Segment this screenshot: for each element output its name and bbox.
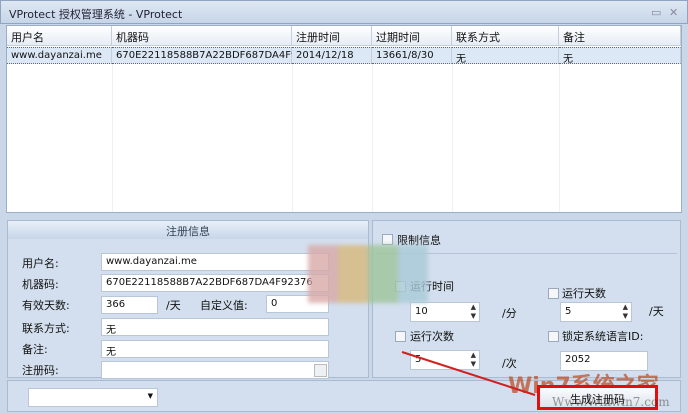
days-input[interactable]: 366 [101,296,158,314]
rundays-value: 5 [565,306,572,317]
custom-label: 自定义值: [200,299,248,312]
username-input[interactable]: www.dayanzai.me [101,253,329,271]
runcount-checkbox[interactable] [395,331,406,342]
watermark-url: Www.Winwin7.com [552,395,670,409]
contact-input[interactable]: 无 [101,318,329,336]
rundays-checkbox[interactable] [548,288,559,299]
code-label: 注册码: [22,364,59,377]
bottom-combo[interactable]: ▼ [28,388,158,407]
red-arrow-annotation [401,351,536,396]
cell-machine: 670E22118588B7A22BDF687DA4F9... [112,47,307,64]
cell-note: 无 [559,47,681,65]
machine-label: 机器码: [22,278,59,291]
lang-label: 锁定系统语言ID: [562,330,644,343]
spinner-arrows-icon[interactable]: ▲ ▼ [471,303,476,321]
code-input[interactable] [101,361,329,379]
note-label: 备注: [22,343,48,356]
column-divider [292,64,293,212]
contact-label: 联系方式: [22,322,70,335]
cell-regtime: 2014/12/18 [292,47,372,64]
column-header-username[interactable]: 用户名 [7,26,112,46]
days-unit: /天 [166,299,181,312]
column-divider [452,64,453,212]
column-header-regtime[interactable]: 注册时间 [292,26,372,46]
note-input[interactable]: 无 [101,340,329,358]
runtime-value: 10 [415,306,428,317]
cell-username: www.dayanzai.me [7,47,112,64]
column-divider [372,64,373,212]
limits-checkbox[interactable] [382,234,393,245]
register-panel-header: 注册信息 [8,221,368,239]
rundays-spinner[interactable]: 5 ▲ ▼ [560,302,632,322]
copy-button[interactable] [314,364,327,377]
runcount-label: 运行次数 [410,330,454,343]
column-header-expire[interactable]: 过期时间 [372,26,452,46]
cell-contact: 无 [452,47,559,65]
column-header-note[interactable]: 备注 [559,26,681,46]
minimize-button[interactable]: ▭ [651,6,661,19]
runtime-spinner[interactable]: 10 ▲ ▼ [410,302,480,322]
days-label: 有效天数: [22,299,70,312]
rundays-label: 运行天数 [562,287,606,300]
cell-expire: 13661/8/30 [372,47,452,64]
title-bar: VProtect 授权管理系统 - VProtect ▭ ✕ [0,0,688,24]
column-header-contact[interactable]: 联系方式 [452,26,559,46]
close-button[interactable]: ✕ [669,6,678,19]
rundays-unit: /天 [649,305,664,318]
lang-checkbox[interactable] [548,331,559,342]
window-title: VProtect 授权管理系统 - VProtect [9,8,183,21]
runtime-unit: /分 [502,307,517,320]
pixelated-overlay [308,245,428,303]
column-header-machine[interactable]: 机器码 [112,26,292,46]
column-divider [112,64,113,212]
machine-input[interactable]: 670E22118588B7A22BDF687DA4F92376 [101,274,329,292]
license-table: 用户名 机器码 注册时间 过期时间 联系方式 备注 www.dayanzai.m… [6,25,682,213]
chevron-down-icon[interactable]: ▼ [148,392,153,400]
username-label: 用户名: [22,257,59,270]
spinner-arrows-icon[interactable]: ▲ ▼ [623,303,628,321]
column-divider [559,64,560,212]
